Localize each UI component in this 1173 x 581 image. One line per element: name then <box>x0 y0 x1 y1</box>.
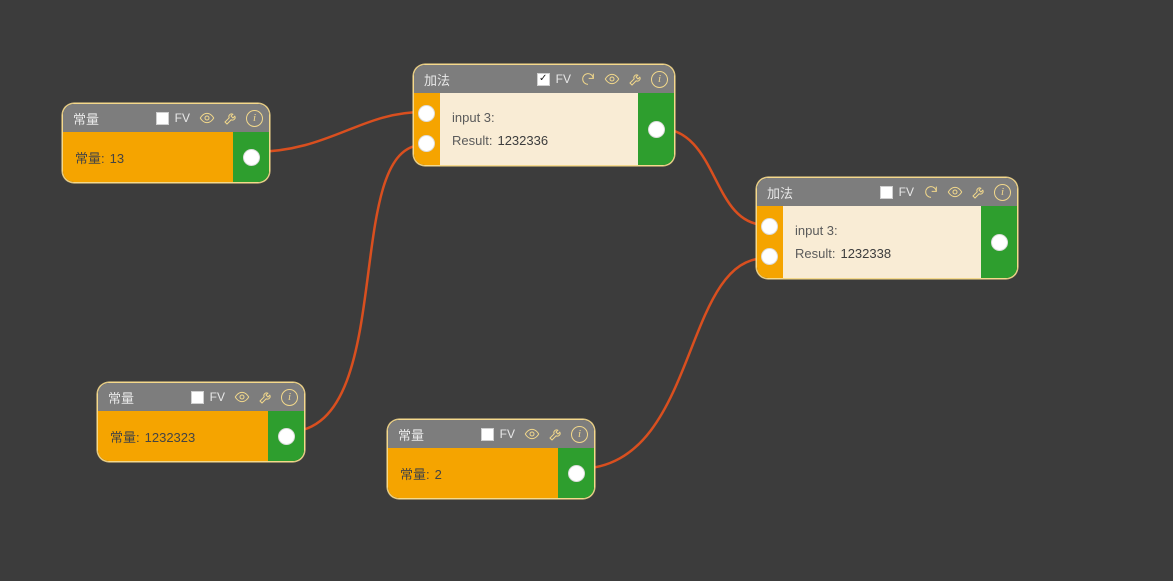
fv-label: FV <box>210 390 225 404</box>
fv-label: FV <box>175 111 190 125</box>
result-value: 1232336 <box>497 133 548 148</box>
fv-checkbox[interactable] <box>156 112 169 125</box>
output-port[interactable] <box>243 149 260 166</box>
node-header[interactable]: 常量 FV i <box>63 104 269 132</box>
input-port-2[interactable] <box>761 248 778 265</box>
input-label: input 3: <box>452 110 495 125</box>
fv-checkbox[interactable] <box>191 391 204 404</box>
result-label: Result: <box>795 246 835 261</box>
node-header[interactable]: 常量 FV i <box>98 383 304 411</box>
input-port-1[interactable] <box>761 218 778 235</box>
node-title: 加法 <box>424 70 450 89</box>
node-constant-1[interactable]: 常量 FV i 常量: 13 <box>62 103 270 183</box>
output-port[interactable] <box>568 465 585 482</box>
fv-label: FV <box>899 185 914 199</box>
output-port-area <box>268 411 304 461</box>
eye-icon[interactable] <box>523 425 541 443</box>
node-add-2[interactable]: 加法 FV i input 3: Result: 1232338 <box>756 177 1018 279</box>
wrench-icon[interactable] <box>547 425 565 443</box>
output-port-area <box>638 93 674 165</box>
fv-label: FV <box>500 427 515 441</box>
value-label: 常量: <box>110 427 140 446</box>
value: 13 <box>110 151 124 166</box>
info-icon[interactable]: i <box>994 184 1011 201</box>
fv-checkbox[interactable]: ✓ <box>537 73 550 86</box>
value: 2 <box>435 467 442 482</box>
output-port-area <box>981 206 1017 278</box>
node-constant-2[interactable]: 常量 FV i 常量: 1232323 <box>97 382 305 462</box>
value-label: 常量: <box>400 464 430 483</box>
output-port[interactable] <box>278 428 295 445</box>
value: 1232323 <box>145 430 196 445</box>
result-label: Result: <box>452 133 492 148</box>
node-title: 常量 <box>398 425 424 444</box>
result-value: 1232338 <box>840 246 891 261</box>
refresh-icon[interactable] <box>579 70 597 88</box>
input-port-area <box>757 206 783 278</box>
fv-checkbox[interactable] <box>481 428 494 441</box>
input-port-1[interactable] <box>418 105 435 122</box>
node-title: 常量 <box>108 388 134 407</box>
fv-checkbox[interactable] <box>880 186 893 199</box>
input-port-area <box>414 93 440 165</box>
eye-icon[interactable] <box>946 183 964 201</box>
wrench-icon[interactable] <box>627 70 645 88</box>
info-icon[interactable]: i <box>281 389 298 406</box>
info-icon[interactable]: i <box>651 71 668 88</box>
node-title: 常量 <box>73 109 99 128</box>
output-port[interactable] <box>991 234 1008 251</box>
node-add-1[interactable]: 加法 ✓ FV i input 3: Result: 1232336 <box>413 64 675 166</box>
input-label: input 3: <box>795 223 838 238</box>
output-port-area <box>558 448 594 498</box>
node-constant-3[interactable]: 常量 FV i 常量: 2 <box>387 419 595 499</box>
value-label: 常量: <box>75 148 105 167</box>
node-title: 加法 <box>767 183 793 202</box>
eye-icon[interactable] <box>233 388 251 406</box>
wrench-icon[interactable] <box>257 388 275 406</box>
info-icon[interactable]: i <box>571 426 588 443</box>
fv-label: FV <box>556 72 571 86</box>
wrench-icon[interactable] <box>970 183 988 201</box>
info-icon[interactable]: i <box>246 110 263 127</box>
output-port-area <box>233 132 269 182</box>
refresh-icon[interactable] <box>922 183 940 201</box>
node-header[interactable]: 加法 ✓ FV i <box>414 65 674 93</box>
output-port[interactable] <box>648 121 665 138</box>
eye-icon[interactable] <box>603 70 621 88</box>
wrench-icon[interactable] <box>222 109 240 127</box>
node-header[interactable]: 常量 FV i <box>388 420 594 448</box>
eye-icon[interactable] <box>198 109 216 127</box>
input-port-2[interactable] <box>418 135 435 152</box>
node-header[interactable]: 加法 FV i <box>757 178 1017 206</box>
